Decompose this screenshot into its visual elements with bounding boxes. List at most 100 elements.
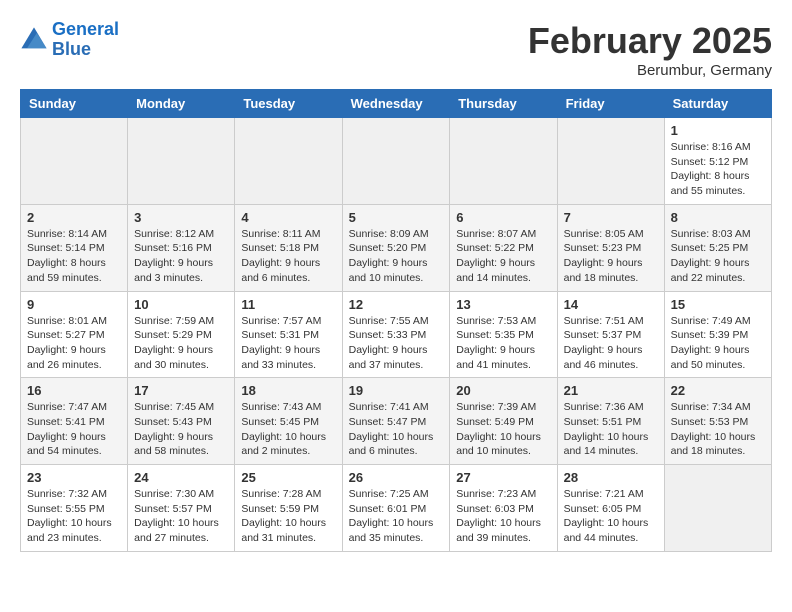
weekday-header-friday: Friday: [557, 90, 664, 118]
day-detail: Sunrise: 7:49 AM Sunset: 5:39 PM Dayligh…: [671, 314, 765, 373]
day-number: 8: [671, 210, 765, 225]
calendar-cell: 11Sunrise: 7:57 AM Sunset: 5:31 PM Dayli…: [235, 291, 342, 378]
day-detail: Sunrise: 7:55 AM Sunset: 5:33 PM Dayligh…: [349, 314, 444, 373]
day-detail: Sunrise: 7:32 AM Sunset: 5:55 PM Dayligh…: [27, 487, 121, 546]
day-detail: Sunrise: 7:53 AM Sunset: 5:35 PM Dayligh…: [456, 314, 550, 373]
calendar-cell: 26Sunrise: 7:25 AM Sunset: 6:01 PM Dayli…: [342, 465, 450, 552]
day-number: 17: [134, 383, 228, 398]
calendar-cell: 3Sunrise: 8:12 AM Sunset: 5:16 PM Daylig…: [128, 204, 235, 291]
logo-text: General Blue: [52, 20, 119, 60]
calendar-cell: [128, 118, 235, 205]
weekday-header-wednesday: Wednesday: [342, 90, 450, 118]
calendar-cell: 20Sunrise: 7:39 AM Sunset: 5:49 PM Dayli…: [450, 378, 557, 465]
calendar-cell: 17 Sunrise: 7:45 AM Sunset: 5:43 PM Dayli…: [128, 378, 235, 465]
day-number: 25: [241, 470, 335, 485]
day-number: 5: [349, 210, 444, 225]
day-number: 24: [134, 470, 228, 485]
day-detail: Sunrise: 7:43 AM Sunset: 5:45 PM Dayligh…: [241, 400, 335, 459]
calendar-cell: 18Sunrise: 7:43 AM Sunset: 5:45 PM Dayli…: [235, 378, 342, 465]
calendar-cell: 15 Sunrise: 7:49 AM Sunset: 5:39 PM Dayli…: [664, 291, 771, 378]
calendar-cell: 24 Sunrise: 7:30 AM Sunset: 5:57 PM Dayli…: [128, 465, 235, 552]
calendar-cell: 13 Sunrise: 7:53 AM Sunset: 5:35 PM Dayli…: [450, 291, 557, 378]
calendar-cell: [664, 465, 771, 552]
calendar-cell: [557, 118, 664, 205]
week-row-2: 2 Sunrise: 8:14 AM Sunset: 5:14 PM Daylig…: [21, 204, 772, 291]
day-detail: Sunrise: 8:11 AM Sunset: 5:18 PM Dayligh…: [241, 227, 335, 286]
weekday-header-monday: Monday: [128, 90, 235, 118]
calendar-cell: 25 Sunrise: 7:28 AM Sunset: 5:59 PM Dayli…: [235, 465, 342, 552]
page-header: General Blue February 2025 Berumbur, Ger…: [20, 20, 772, 79]
calendar-cell: 19 Sunrise: 7:41 AM Sunset: 5:47 PM Dayli…: [342, 378, 450, 465]
calendar-cell: 14Sunrise: 7:51 AM Sunset: 5:37 PM Dayli…: [557, 291, 664, 378]
calendar-cell: 22 Sunrise: 7:34 AM Sunset: 5:53 PM Dayli…: [664, 378, 771, 465]
day-number: 14: [564, 297, 658, 312]
calendar-cell: 5 Sunrise: 8:09 AM Sunset: 5:20 PM Daylig…: [342, 204, 450, 291]
calendar-cell: 7 Sunrise: 8:05 AM Sunset: 5:23 PM Daylig…: [557, 204, 664, 291]
week-row-1: 1 Sunrise: 8:16 AM Sunset: 5:12 PM Daylig…: [21, 118, 772, 205]
day-number: 4: [241, 210, 335, 225]
calendar-cell: 12 Sunrise: 7:55 AM Sunset: 5:33 PM Dayli…: [342, 291, 450, 378]
calendar-cell: 10 Sunrise: 7:59 AM Sunset: 5:29 PM Dayli…: [128, 291, 235, 378]
day-number: 22: [671, 383, 765, 398]
day-number: 21: [564, 383, 658, 398]
day-detail: Sunrise: 7:30 AM Sunset: 5:57 PM Dayligh…: [134, 487, 228, 546]
calendar-cell: 8 Sunrise: 8:03 AM Sunset: 5:25 PM Daylig…: [664, 204, 771, 291]
day-detail: Sunrise: 8:09 AM Sunset: 5:20 PM Dayligh…: [349, 227, 444, 286]
calendar-cell: [342, 118, 450, 205]
day-detail: Sunrise: 7:59 AM Sunset: 5:29 PM Dayligh…: [134, 314, 228, 373]
day-number: 12: [349, 297, 444, 312]
month-title: February 2025: [528, 20, 772, 62]
day-number: 11: [241, 297, 335, 312]
title-block: February 2025 Berumbur, Germany: [528, 20, 772, 79]
day-number: 6: [456, 210, 550, 225]
day-number: 2: [27, 210, 121, 225]
day-detail: Sunrise: 7:21 AM Sunset: 6:05 PM Dayligh…: [564, 487, 658, 546]
week-row-5: 23Sunrise: 7:32 AM Sunset: 5:55 PM Dayli…: [21, 465, 772, 552]
day-number: 15: [671, 297, 765, 312]
logo: General Blue: [20, 20, 119, 60]
day-detail: Sunrise: 7:41 AM Sunset: 5:47 PM Dayligh…: [349, 400, 444, 459]
weekday-header-sunday: Sunday: [21, 90, 128, 118]
day-number: 9: [27, 297, 121, 312]
day-detail: Sunrise: 7:28 AM Sunset: 5:59 PM Dayligh…: [241, 487, 335, 546]
calendar-cell: 23Sunrise: 7:32 AM Sunset: 5:55 PM Dayli…: [21, 465, 128, 552]
day-number: 13: [456, 297, 550, 312]
week-row-3: 9 Sunrise: 8:01 AM Sunset: 5:27 PM Daylig…: [21, 291, 772, 378]
day-number: 1: [671, 123, 765, 138]
logo-icon: [20, 26, 48, 54]
day-number: 20: [456, 383, 550, 398]
calendar-cell: 2 Sunrise: 8:14 AM Sunset: 5:14 PM Daylig…: [21, 204, 128, 291]
calendar-cell: 4 Sunrise: 8:11 AM Sunset: 5:18 PM Daylig…: [235, 204, 342, 291]
weekday-header-tuesday: Tuesday: [235, 90, 342, 118]
day-number: 3: [134, 210, 228, 225]
day-number: 7: [564, 210, 658, 225]
day-number: 26: [349, 470, 444, 485]
day-detail: Sunrise: 8:14 AM Sunset: 5:14 PM Dayligh…: [27, 227, 121, 286]
day-detail: Sunrise: 8:05 AM Sunset: 5:23 PM Dayligh…: [564, 227, 658, 286]
calendar-table: SundayMondayTuesdayWednesdayThursdayFrid…: [20, 89, 772, 552]
calendar-cell: [235, 118, 342, 205]
location-subtitle: Berumbur, Germany: [528, 62, 772, 79]
calendar-cell: 6 Sunrise: 8:07 AM Sunset: 5:22 PM Daylig…: [450, 204, 557, 291]
calendar-cell: [21, 118, 128, 205]
day-detail: Sunrise: 7:34 AM Sunset: 5:53 PM Dayligh…: [671, 400, 765, 459]
day-detail: Sunrise: 7:45 AM Sunset: 5:43 PM Dayligh…: [134, 400, 228, 459]
calendar-cell: 1 Sunrise: 8:16 AM Sunset: 5:12 PM Daylig…: [664, 118, 771, 205]
day-number: 28: [564, 470, 658, 485]
day-detail: Sunrise: 7:23 AM Sunset: 6:03 PM Dayligh…: [456, 487, 550, 546]
day-detail: Sunrise: 8:01 AM Sunset: 5:27 PM Dayligh…: [27, 314, 121, 373]
day-number: 19: [349, 383, 444, 398]
weekday-header-thursday: Thursday: [450, 90, 557, 118]
calendar-cell: 9 Sunrise: 8:01 AM Sunset: 5:27 PM Daylig…: [21, 291, 128, 378]
day-detail: Sunrise: 8:03 AM Sunset: 5:25 PM Dayligh…: [671, 227, 765, 286]
calendar-cell: 27 Sunrise: 7:23 AM Sunset: 6:03 PM Dayli…: [450, 465, 557, 552]
day-number: 27: [456, 470, 550, 485]
calendar-cell: 21 Sunrise: 7:36 AM Sunset: 5:51 PM Dayli…: [557, 378, 664, 465]
calendar-cell: [450, 118, 557, 205]
calendar-cell: 28 Sunrise: 7:21 AM Sunset: 6:05 PM Dayli…: [557, 465, 664, 552]
week-row-4: 16Sunrise: 7:47 AM Sunset: 5:41 PM Dayli…: [21, 378, 772, 465]
day-detail: Sunrise: 8:07 AM Sunset: 5:22 PM Dayligh…: [456, 227, 550, 286]
day-number: 10: [134, 297, 228, 312]
day-detail: Sunrise: 7:36 AM Sunset: 5:51 PM Dayligh…: [564, 400, 658, 459]
day-detail: Sunrise: 8:16 AM Sunset: 5:12 PM Dayligh…: [671, 140, 765, 199]
